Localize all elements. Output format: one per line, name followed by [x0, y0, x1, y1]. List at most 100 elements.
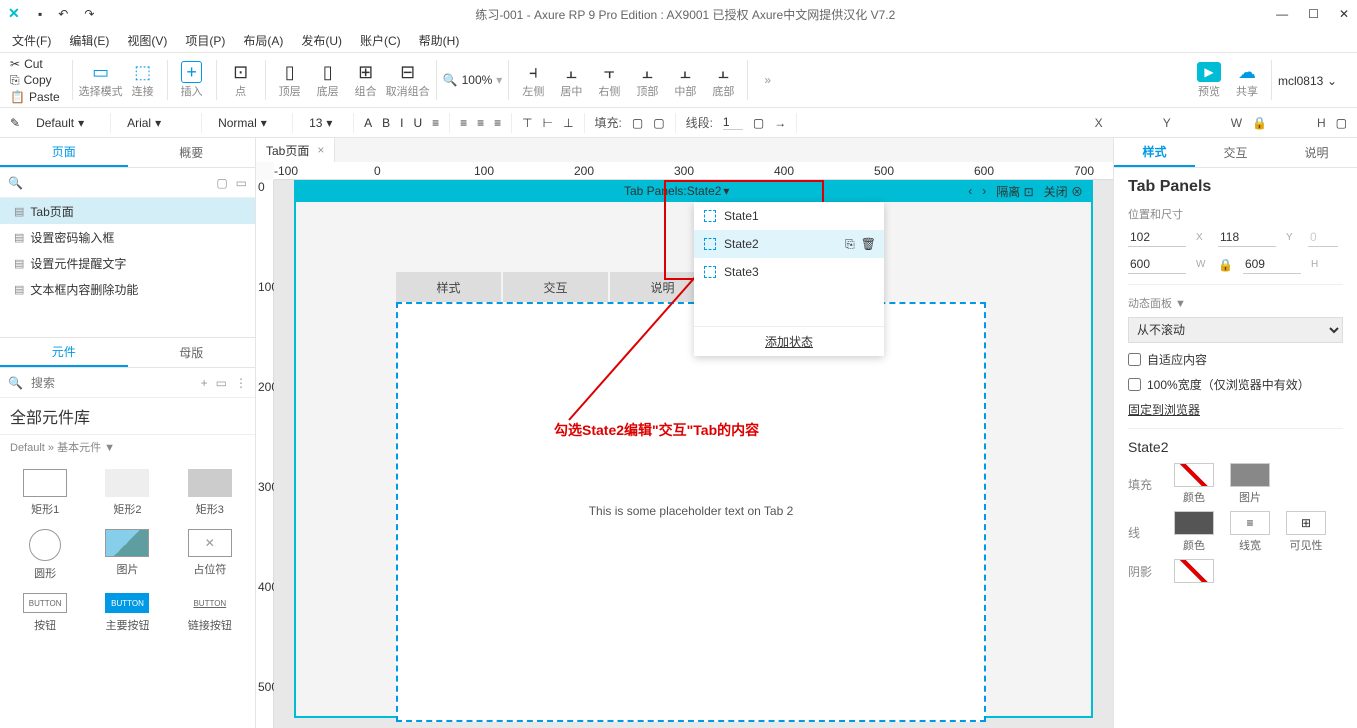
align-middle-button[interactable]: ⫠中部	[667, 57, 703, 103]
menu-view[interactable]: 视图(V)	[127, 32, 167, 49]
lib-search-input[interactable]	[31, 376, 193, 390]
duplicate-icon[interactable]: ⎘	[845, 237, 855, 252]
border-vis-swatch[interactable]: ⊞	[1286, 511, 1326, 535]
fullwidth-checkbox[interactable]: 100%宽度（仅浏览器中有效）	[1128, 376, 1343, 393]
folder-icon[interactable]: ▭	[236, 176, 247, 190]
share-button[interactable]: ☁共享	[1229, 57, 1265, 103]
underline-icon[interactable]: U	[413, 116, 422, 130]
style-select[interactable]: Default ▾	[30, 116, 100, 130]
lock-aspect-icon[interactable]: 🔒	[1218, 258, 1233, 272]
close-tab-icon[interactable]: ×	[317, 143, 324, 157]
weight-select[interactable]: Normal ▾	[212, 116, 282, 130]
align-center-button[interactable]: ⫠居中	[553, 57, 589, 103]
dp-section-label[interactable]: 动态面板 ▼	[1128, 295, 1343, 311]
zoom-control[interactable]: 🔍100%▾	[443, 73, 503, 87]
connect-button[interactable]: ⬚连接	[125, 57, 161, 103]
pin-link[interactable]: 固定到浏览器	[1128, 401, 1343, 418]
shadow-swatch[interactable]	[1174, 559, 1214, 583]
widget-rect2[interactable]: 矩形2	[88, 465, 166, 521]
undo-icon[interactable]: ↶	[58, 7, 68, 21]
lib-more-icon[interactable]: ⋮	[235, 376, 247, 390]
widget-rect3[interactable]: 矩形3	[171, 465, 249, 521]
align-top-button[interactable]: ⫠顶部	[629, 57, 665, 103]
text-color-icon[interactable]: A	[364, 116, 372, 130]
y-input[interactable]	[1218, 228, 1276, 247]
lock-icon[interactable]: 🔒	[1252, 116, 1267, 130]
page-item-tab[interactable]: ▤Tab页面	[0, 198, 255, 224]
arrow-icon[interactable]: →	[774, 116, 786, 130]
align-left-text-icon[interactable]: ≡	[460, 116, 467, 130]
search-icon[interactable]: 🔍	[8, 176, 23, 190]
widget-name[interactable]: Tab Panels	[1128, 178, 1343, 196]
widget-primary-button[interactable]: BUTTON主要按钮	[88, 589, 166, 637]
insert-button[interactable]: +插入	[174, 57, 210, 103]
hide-icon[interactable]: ▢	[1336, 116, 1347, 130]
menu-help[interactable]: 帮助(H)	[419, 32, 460, 49]
menu-publish[interactable]: 发布(U)	[301, 32, 342, 49]
lib-settings-icon[interactable]: ▭	[216, 376, 227, 390]
page-search-input[interactable]	[31, 176, 208, 190]
bottom-button[interactable]: ▯底层	[310, 57, 346, 103]
widget-placeholder[interactable]: 占位符	[171, 525, 249, 585]
page-item-hint[interactable]: ▤设置元件提醒文字	[0, 250, 255, 276]
line-style-icon[interactable]: ▢	[753, 116, 764, 130]
border-width-swatch[interactable]: ≡	[1230, 511, 1270, 535]
save-icon[interactable]: ▪	[38, 7, 42, 21]
tab-masters[interactable]: 母版	[128, 338, 256, 367]
prev-state-icon[interactable]: ‹	[968, 184, 972, 198]
tab-widgets[interactable]: 元件	[0, 338, 128, 367]
inspector-tab-style[interactable]: 样式	[1114, 138, 1195, 167]
menu-layout[interactable]: 布局(A)	[243, 32, 283, 49]
valign-mid-icon[interactable]: ⊢	[543, 116, 553, 130]
menu-edit[interactable]: 编辑(E)	[69, 32, 109, 49]
doc-tab[interactable]: Tab页面×	[256, 138, 335, 162]
lib-title[interactable]: 全部元件库	[0, 398, 255, 435]
close-icon[interactable]: ✕	[1339, 7, 1349, 21]
h-input[interactable]	[1243, 255, 1301, 274]
top-button[interactable]: ▯顶层	[272, 57, 308, 103]
minimize-icon[interactable]: —	[1276, 7, 1288, 21]
group-button[interactable]: ⊞组合	[348, 57, 384, 103]
valign-bot-icon[interactable]: ⊥	[563, 116, 573, 130]
align-right-text-icon[interactable]: ≡	[494, 116, 501, 130]
lib-subtitle[interactable]: Default » 基本元件 ▼	[0, 435, 255, 459]
align-bottom-button[interactable]: ⫠底部	[705, 57, 741, 103]
paste-button[interactable]: 📋Paste	[10, 90, 60, 104]
cut-button[interactable]: ✂Cut	[10, 57, 60, 71]
italic-icon[interactable]: I	[400, 116, 403, 130]
fill-swatch[interactable]: ▢	[632, 116, 643, 130]
page-item-password[interactable]: ▤设置密码输入框	[0, 224, 255, 250]
widget-circle[interactable]: 圆形	[6, 525, 84, 585]
widget-image[interactable]: 图片	[88, 525, 166, 585]
align-left-button[interactable]: ⫞左侧	[515, 57, 551, 103]
valign-top-icon[interactable]: ⊤	[522, 116, 532, 130]
inspector-tab-notes[interactable]: 说明	[1276, 138, 1357, 167]
fill-color-swatch[interactable]	[1174, 463, 1214, 487]
maximize-icon[interactable]: ☐	[1308, 7, 1319, 21]
user-menu[interactable]: mcl0813 ⌄	[1278, 73, 1347, 88]
redo-icon[interactable]: ↷	[84, 7, 94, 21]
border-icon[interactable]: ▢	[653, 116, 664, 130]
copy-button[interactable]: ⎘Copy	[10, 73, 60, 88]
tab-content-area[interactable]: This is some placeholder text on Tab 2	[396, 302, 986, 722]
align-center-text-icon[interactable]: ≡	[477, 116, 484, 130]
inspector-tab-interact[interactable]: 交互	[1195, 138, 1276, 167]
state-option-1[interactable]: State1	[694, 202, 884, 230]
point-button[interactable]: ⊡点	[223, 57, 259, 103]
state-option-2[interactable]: State2⎘🗑	[694, 230, 884, 258]
preview-button[interactable]: ▶预览	[1191, 57, 1227, 103]
state-option-3[interactable]: State3	[694, 258, 884, 286]
menu-project[interactable]: 项目(P)	[185, 32, 225, 49]
select-mode-button[interactable]: ▭选择模式	[79, 57, 123, 103]
delete-icon[interactable]: 🗑	[861, 237, 876, 252]
page-item-clear[interactable]: ▤文本框内容删除功能	[0, 276, 255, 302]
align-right-button[interactable]: ⫟右侧	[591, 57, 627, 103]
x-input[interactable]	[1128, 228, 1186, 247]
ungroup-button[interactable]: ⊟取消组合	[386, 57, 430, 103]
font-select[interactable]: Arial ▾	[121, 116, 191, 130]
size-select[interactable]: 13 ▾	[303, 116, 343, 130]
widget-link-button[interactable]: BUTTON链接按钮	[171, 589, 249, 637]
w-input[interactable]	[1128, 255, 1186, 274]
line-width-input[interactable]: 1	[723, 115, 743, 130]
bold-icon[interactable]: B	[382, 116, 390, 130]
